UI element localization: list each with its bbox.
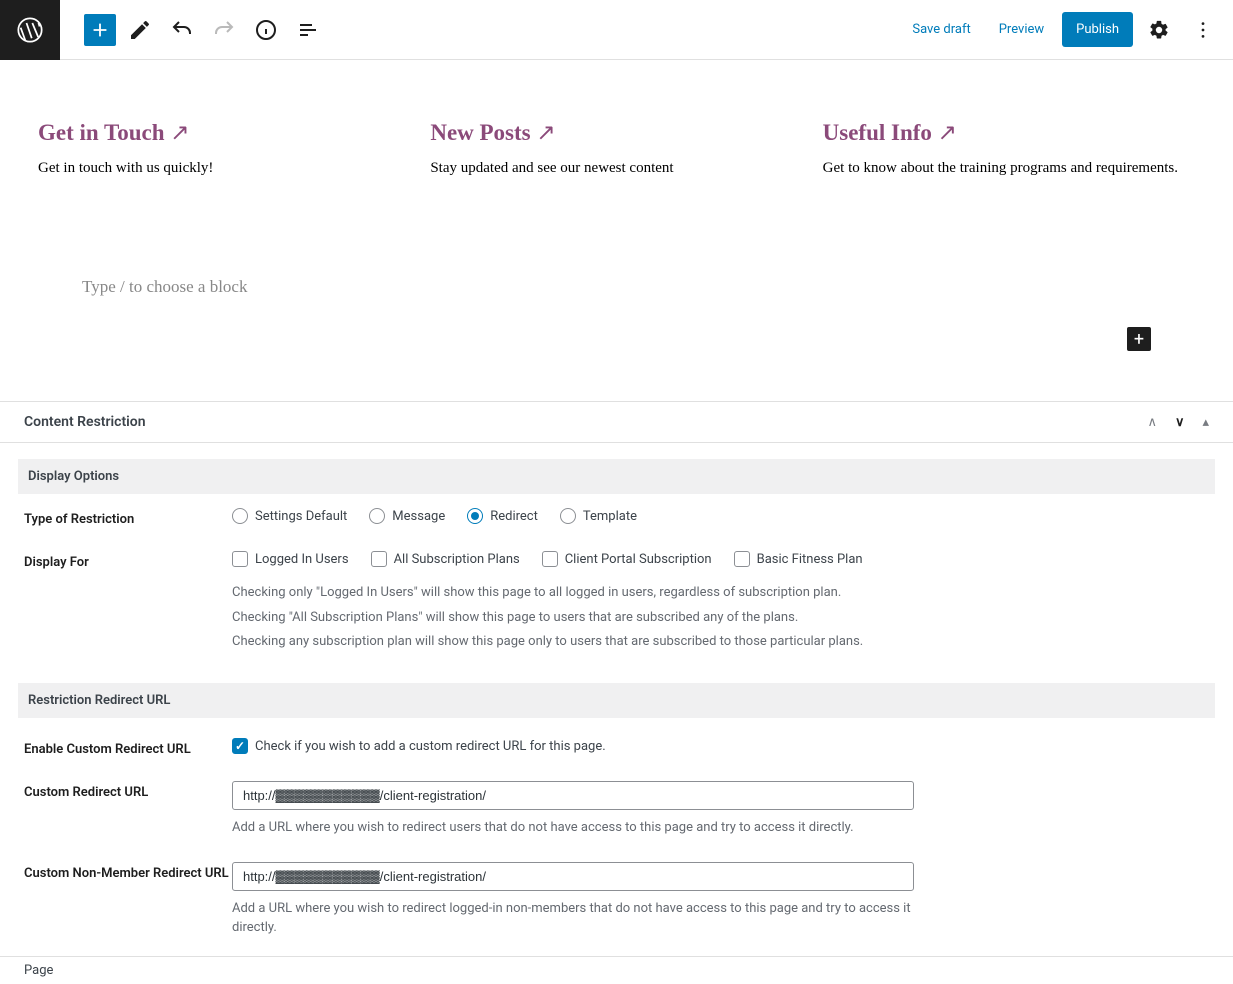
check-basic-fitness-plan[interactable]: Basic Fitness Plan [734, 551, 863, 567]
column-useful-info[interactable]: Useful Info ↗ Get to know about the trai… [823, 120, 1195, 177]
breadcrumb-footer: Page [0, 956, 1233, 984]
nonmember-redirect-url-label: Custom Non-Member Redirect URL [24, 862, 232, 938]
display-for-checks: Logged In Users All Subscription Plans C… [232, 551, 1209, 567]
radio-redirect[interactable]: Redirect [467, 508, 538, 524]
restriction-redirect-section: Restriction Redirect URL [18, 683, 1215, 718]
info-icon[interactable] [248, 12, 284, 48]
custom-redirect-url-label: Custom Redirect URL [24, 781, 232, 838]
editor-toolbar: Save draft Preview Publish [0, 0, 1233, 60]
collapse-up-icon[interactable]: ∧ [1147, 415, 1157, 430]
check-enable-custom-redirect[interactable]: Check if you wish to add a custom redire… [232, 738, 1209, 754]
arrow-icon: ↗ [170, 120, 189, 145]
radio-settings-default[interactable]: Settings Default [232, 508, 347, 524]
radio-template[interactable]: Template [560, 508, 637, 524]
display-for-help: Checking only "Logged In Users" will sho… [232, 581, 1209, 655]
save-draft-button[interactable]: Save draft [902, 14, 980, 45]
custom-redirect-url-help: Add a URL where you wish to redirect use… [232, 818, 914, 838]
custom-redirect-url-input[interactable] [232, 781, 914, 810]
more-icon[interactable] [1185, 12, 1221, 48]
display-for-label: Display For [24, 551, 232, 655]
type-of-restriction-label: Type of Restriction [24, 508, 232, 527]
column-new-posts[interactable]: New Posts ↗ Stay updated and see our new… [430, 120, 802, 177]
check-client-portal-subscription[interactable]: Client Portal Subscription [542, 551, 712, 567]
enable-custom-redirect-label: Enable Custom Redirect URL [24, 738, 232, 757]
arrow-icon: ↗ [938, 120, 957, 145]
expand-down-icon[interactable]: ∨ [1175, 415, 1185, 430]
add-block-inline-button[interactable]: + [1127, 327, 1151, 351]
triangle-up-icon[interactable]: ▴ [1202, 415, 1209, 430]
preview-button[interactable]: Preview [989, 14, 1054, 45]
nonmember-redirect-url-input[interactable] [232, 862, 914, 891]
check-all-subscription-plans[interactable]: All Subscription Plans [371, 551, 520, 567]
nonmember-redirect-url-help: Add a URL where you wish to redirect log… [232, 899, 914, 938]
publish-button[interactable]: Publish [1062, 12, 1133, 47]
editor-content: Get in Touch ↗ Get in touch with us quic… [0, 60, 1233, 401]
undo-icon[interactable] [164, 12, 200, 48]
column-get-in-touch[interactable]: Get in Touch ↗ Get in touch with us quic… [38, 120, 410, 177]
settings-icon[interactable] [1141, 12, 1177, 48]
add-block-button[interactable] [84, 14, 116, 46]
redo-icon [206, 12, 242, 48]
block-placeholder[interactable]: Type / to choose a block [38, 277, 1195, 297]
wordpress-logo[interactable] [0, 0, 60, 60]
restriction-type-radios: Settings Default Message Redirect Templa… [232, 508, 1209, 524]
display-options-section: Display Options [18, 459, 1215, 494]
arrow-icon: ↗ [536, 120, 555, 145]
edit-icon[interactable] [122, 12, 158, 48]
outline-icon[interactable] [290, 12, 326, 48]
breadcrumb-page[interactable]: Page [24, 963, 53, 978]
check-logged-in-users[interactable]: Logged In Users [232, 551, 349, 567]
content-restriction-panel-header: Content Restriction ∧ ∨ ▴ [0, 401, 1233, 443]
panel-title: Content Restriction [24, 414, 146, 430]
radio-message[interactable]: Message [369, 508, 445, 524]
